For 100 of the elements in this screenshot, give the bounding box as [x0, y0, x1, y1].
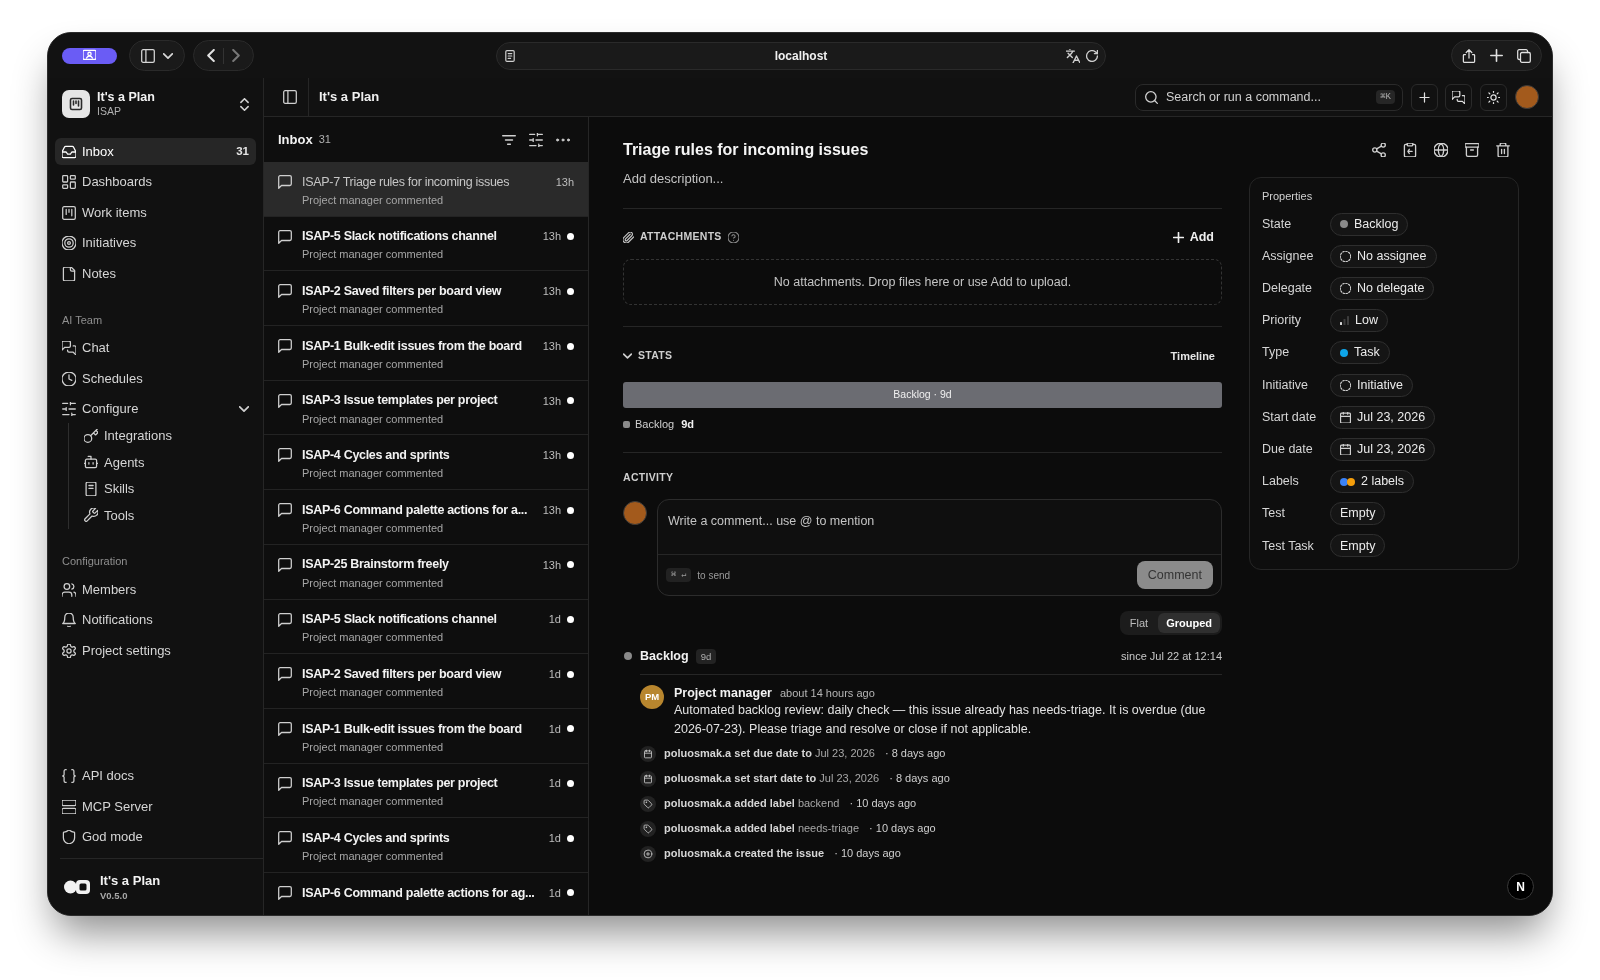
- property-value-button[interactable]: No delegate: [1330, 276, 1435, 300]
- target-icon: [62, 236, 76, 250]
- monitor-person-icon: [83, 49, 96, 62]
- property-value-button[interactable]: Backlog: [1330, 212, 1409, 236]
- activity-event: poluosmak.a set start date to Jul 23, 2026: [664, 771, 880, 787]
- issue-title: ISAP-6 Command palette actions for ag...: [302, 884, 535, 902]
- nav-subitem[interactable]: Tools: [77, 502, 256, 529]
- chevrons-up-down-icon: [240, 97, 249, 111]
- nav-item[interactable]: Schedules: [55, 365, 256, 392]
- nav-item[interactable]: Dashboards: [55, 168, 256, 196]
- nav-item[interactable]: Work items: [55, 199, 256, 226]
- add-attachment-button[interactable]: Add: [1164, 225, 1222, 249]
- timeline-view-button[interactable]: Timeline: [1170, 347, 1215, 365]
- issue-title: ISAP-1 Bulk-edit issues from the board: [302, 720, 522, 738]
- translate-icon[interactable]: [1066, 48, 1080, 63]
- paperclip-icon: [623, 231, 634, 243]
- chevron-down-icon[interactable]: [623, 353, 632, 359]
- property-value-button[interactable]: Initiative: [1330, 373, 1413, 397]
- more-icon[interactable]: [556, 137, 570, 142]
- nav-item[interactable]: Configure: [55, 395, 256, 423]
- comment-time: about 14 hours ago: [779, 685, 875, 701]
- dev-tools-button[interactable]: N: [1507, 873, 1534, 900]
- user-avatar[interactable]: [1515, 85, 1539, 109]
- property-value-button[interactable]: Task: [1330, 341, 1390, 365]
- trash-icon[interactable]: [1496, 143, 1510, 157]
- activity-event: poluosmak.a added label needs-triage: [664, 821, 860, 837]
- activity-summary: Project manager commented: [302, 739, 444, 755]
- file-icon: [62, 266, 76, 281]
- sidebar-toggle-icon[interactable]: [283, 90, 297, 104]
- chevron-left-icon[interactable]: [207, 49, 215, 62]
- property-label: State: [1262, 215, 1293, 233]
- property-value-button[interactable]: Empty: [1330, 502, 1386, 526]
- profile-button[interactable]: [62, 47, 117, 64]
- nav-subitem[interactable]: Integrations: [77, 422, 256, 449]
- property-value-button[interactable]: Empty: [1330, 534, 1386, 558]
- comment-icon: [278, 229, 292, 244]
- activity-summary: Project manager commented: [302, 192, 444, 208]
- nav-item[interactable]: MCP Server: [55, 793, 256, 820]
- nav-item[interactable]: Notifications: [55, 606, 256, 634]
- reload-icon[interactable]: [1086, 49, 1098, 62]
- nav-item[interactable]: Inbox 31: [55, 138, 256, 165]
- sliders-icon: [62, 402, 76, 416]
- nav-item[interactable]: Initiatives: [55, 229, 256, 257]
- nav-item[interactable]: Notes: [55, 260, 256, 287]
- chevron-down-icon[interactable]: [239, 406, 249, 412]
- property-value-button[interactable]: 2 labels: [1330, 470, 1415, 494]
- nav-subitem[interactable]: Agents: [77, 449, 256, 476]
- nav-item[interactable]: Members: [55, 576, 256, 603]
- nav-subitem[interactable]: Skills: [77, 475, 256, 502]
- tag-icon: [640, 820, 656, 837]
- theme-toggle-button[interactable]: [1480, 83, 1507, 111]
- address-bar[interactable]: localhost: [496, 41, 1106, 70]
- issue-title: ISAP-4 Cycles and sprints: [302, 829, 450, 847]
- archive-icon[interactable]: [1465, 143, 1479, 157]
- globe-icon[interactable]: [1434, 143, 1448, 157]
- property-label: Assignee: [1262, 247, 1315, 265]
- since-label: since Jul 22 at 12:14: [1121, 648, 1222, 664]
- sliders-icon[interactable]: [529, 132, 543, 147]
- time-label: 1d: [548, 612, 561, 628]
- nav-item[interactable]: API docs: [55, 762, 256, 790]
- plus-icon[interactable]: [1490, 49, 1503, 62]
- time-label: 13h: [542, 448, 561, 464]
- property-label: Test: [1262, 505, 1286, 523]
- users-icon: [62, 582, 76, 597]
- property-value-button[interactable]: Jul 23, 2026: [1330, 437, 1436, 461]
- workspace-switcher[interactable]: It's a Plan ISAP: [55, 90, 256, 118]
- time-label: 13h: [542, 393, 561, 409]
- nav-item[interactable]: Chat: [55, 334, 256, 362]
- description-field[interactable]: Add description...: [623, 168, 923, 188]
- breadcrumb: It's a Plan: [319, 88, 380, 107]
- attachment-dropzone[interactable]: No attachments. Drop files here or use Add to upload.: [623, 259, 1222, 305]
- nav-item[interactable]: God mode: [55, 823, 256, 851]
- property-value-button[interactable]: No assignee: [1330, 244, 1437, 268]
- view-mode-tab[interactable]: Flat: [1121, 613, 1157, 633]
- issue-heading: Triage rules for incoming issues: [623, 140, 869, 160]
- property-label: Labels: [1262, 473, 1300, 491]
- help-icon[interactable]: [727, 231, 739, 243]
- clipboard-icon[interactable]: [1403, 143, 1417, 157]
- shield-icon: [62, 830, 76, 844]
- chevron-right-icon[interactable]: [232, 49, 240, 62]
- nav-item[interactable]: Project settings: [55, 637, 256, 664]
- filter-icon[interactable]: [502, 133, 516, 146]
- chat-button[interactable]: [1445, 83, 1472, 111]
- section-heading: ACTIVITY: [623, 470, 674, 486]
- tabs-icon[interactable]: [1517, 48, 1531, 63]
- share-icon[interactable]: [1372, 143, 1386, 157]
- new-item-button[interactable]: [1411, 83, 1438, 111]
- workspace-name: It's a Plan: [97, 90, 155, 105]
- sidebar-icon: [141, 48, 155, 63]
- property-value-button[interactable]: Low: [1330, 309, 1388, 333]
- sidebar-menu-button[interactable]: [129, 40, 185, 71]
- shortcut-hint: to send: [697, 568, 731, 583]
- event-time: · 8 days ago: [884, 746, 946, 762]
- user-avatar: [623, 501, 647, 525]
- view-mode-tab[interactable]: Grouped: [1158, 613, 1220, 633]
- issue-title: ISAP-3 Issue templates per project: [302, 775, 498, 793]
- share-icon[interactable]: [1462, 48, 1476, 63]
- inbox-item[interactable]: ISAP-7 Triage rules for incoming issues 13h Project manager commented: [264, 162, 588, 217]
- activity-event: poluosmak.a created the issue: [664, 846, 825, 862]
- property-value-button[interactable]: Jul 23, 2026: [1330, 405, 1436, 429]
